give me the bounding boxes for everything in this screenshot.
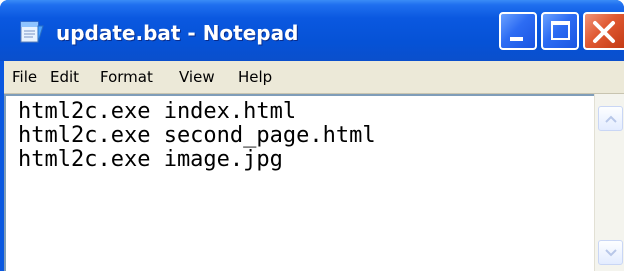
menu-help[interactable]: Help [238, 68, 272, 86]
menu-format[interactable]: Format [100, 68, 153, 86]
editor-line: html2c.exe index.html [18, 99, 297, 124]
menu-view[interactable]: View [179, 68, 215, 86]
menu-bar: File Edit Format View Help [4, 61, 624, 94]
notepad-window: update.bat - Notepad File Edit Format Vi… [0, 0, 624, 271]
title-bar[interactable]: update.bat - Notepad [0, 0, 624, 61]
minimize-icon [510, 37, 523, 41]
scroll-up-arrow-icon [605, 115, 617, 123]
vertical-scrollbar[interactable] [594, 94, 624, 271]
notepad-icon[interactable] [18, 20, 44, 44]
text-editor[interactable]: html2c.exe index.html html2c.exe second_… [4, 94, 624, 271]
editor-line: html2c.exe second_page.html [18, 123, 376, 148]
menu-edit[interactable]: Edit [50, 68, 79, 86]
scroll-up-button[interactable] [598, 106, 623, 131]
maximize-icon [551, 21, 570, 40]
close-icon [591, 19, 617, 50]
menu-file[interactable]: File [12, 68, 37, 86]
editor-line: html2c.exe image.jpg [18, 147, 283, 172]
scroll-down-arrow-icon [605, 249, 617, 257]
close-button[interactable] [583, 12, 624, 50]
scroll-down-button[interactable] [598, 240, 623, 265]
window-title: update.bat - Notepad [56, 21, 299, 45]
maximize-button[interactable] [541, 12, 579, 50]
minimize-button[interactable] [499, 12, 537, 50]
